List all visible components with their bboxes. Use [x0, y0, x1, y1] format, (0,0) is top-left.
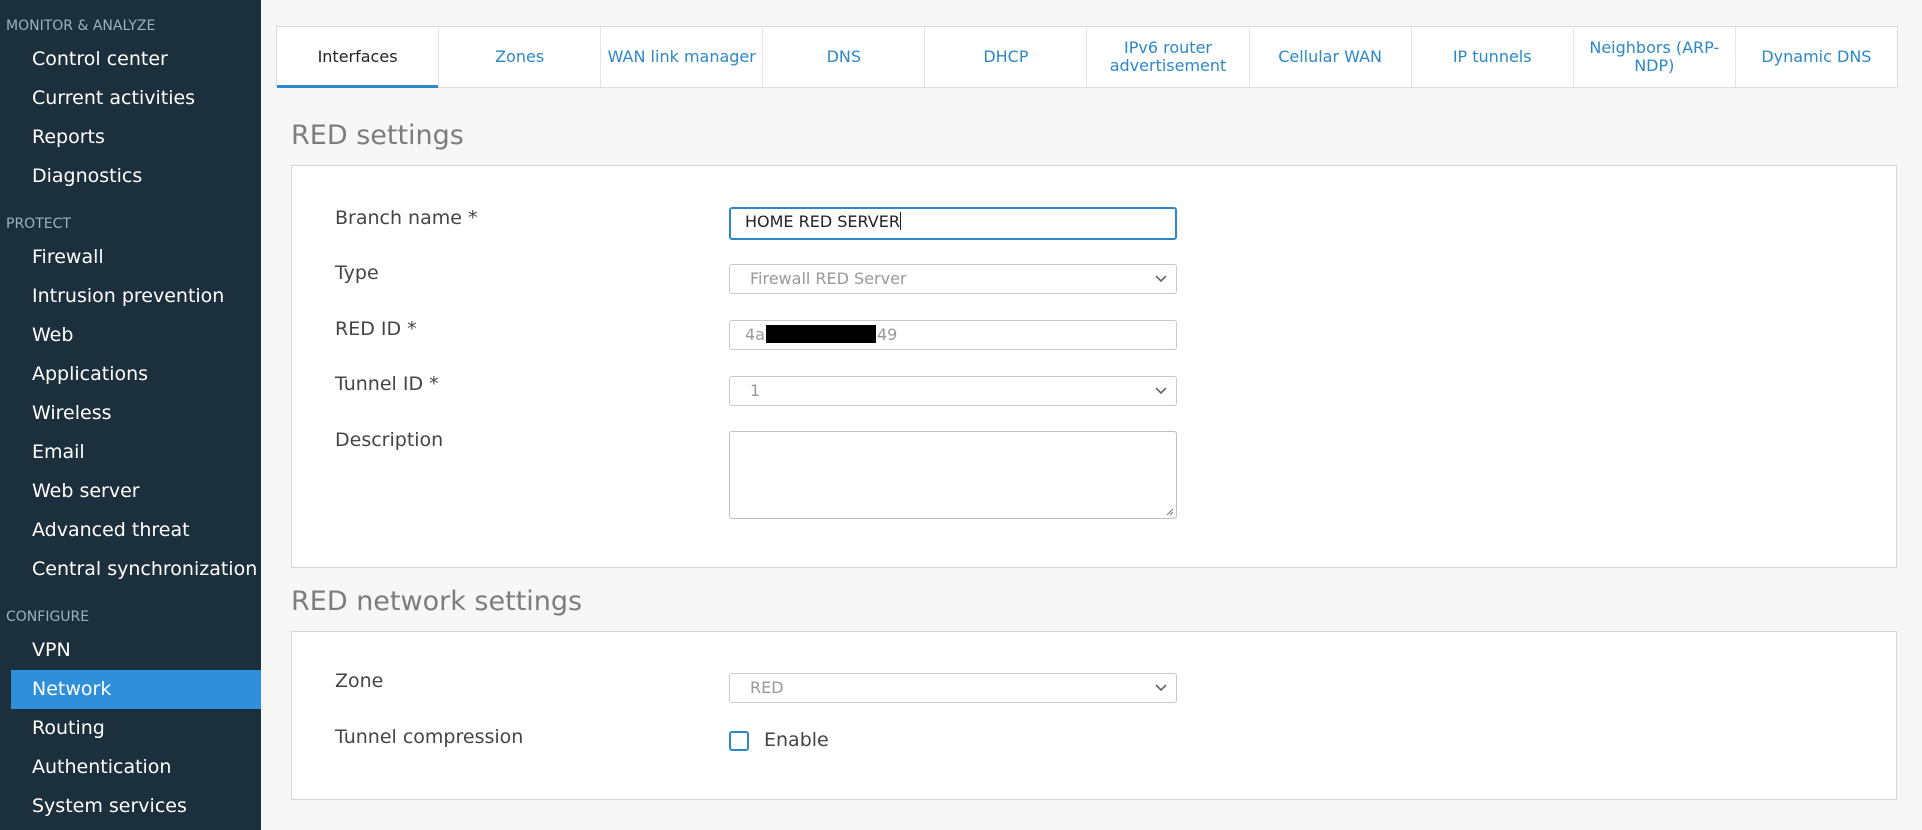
tab-dynamic-dns[interactable]: Dynamic DNS	[1736, 27, 1897, 87]
sidebar-item-email[interactable]: Email	[11, 433, 261, 472]
tab-ip-tunnels[interactable]: IP tunnels	[1412, 27, 1574, 87]
section-heading-monitor: MONITOR & ANALYZE	[6, 18, 156, 34]
section-heading-protect: PROTECT	[6, 216, 71, 232]
red-id-label: RED ID *	[335, 318, 417, 340]
tab-zones[interactable]: Zones	[439, 27, 602, 87]
section-heading-configure: CONFIGURE	[6, 609, 90, 625]
sidebar-item-reports[interactable]: Reports	[11, 118, 261, 157]
sidebar-item-web[interactable]: Web	[11, 316, 261, 355]
sidebar-item-routing[interactable]: Routing	[11, 709, 261, 748]
zone-value: RED	[750, 678, 784, 697]
sidebar-item-authentication[interactable]: Authentication	[11, 748, 261, 787]
red-settings-panel: Branch name * HOME RED SERVER Type Firew…	[291, 165, 1897, 568]
tunnel-id-value: 1	[750, 381, 761, 400]
chevron-down-icon	[1154, 377, 1168, 415]
tab-dhcp[interactable]: DHCP	[925, 27, 1088, 87]
red-id-suffix: 49	[876, 325, 898, 344]
chevron-down-icon	[1154, 674, 1168, 712]
tunnel-compression-checkbox[interactable]	[729, 731, 749, 751]
sidebar-item-advanced-threat[interactable]: Advanced threat	[11, 511, 261, 550]
enable-checkbox-label[interactable]: Enable	[764, 729, 829, 751]
branch-name-value: HOME RED SERVER	[745, 212, 900, 231]
sidebar-item-vpn[interactable]: VPN	[11, 631, 261, 670]
tab-interfaces[interactable]: Interfaces	[277, 27, 440, 88]
text-cursor	[899, 212, 901, 230]
sidebar-item-current-activities[interactable]: Current activities	[11, 79, 261, 118]
zone-select[interactable]: RED	[729, 673, 1177, 703]
red-id-prefix: 4a	[745, 325, 765, 344]
tab-cellular-wan[interactable]: Cellular WAN	[1250, 27, 1412, 87]
tunnel-id-label: Tunnel ID *	[335, 373, 439, 395]
redaction-bar	[765, 325, 876, 343]
sidebar-item-diagnostics[interactable]: Diagnostics	[11, 157, 261, 196]
tab-neighbors[interactable]: Neighbors (ARP-NDP)	[1574, 27, 1736, 87]
zone-label: Zone	[335, 670, 384, 692]
sidebar-item-control-center[interactable]: Control center	[11, 40, 261, 79]
tab-wan-link-manager[interactable]: WAN link manager	[601, 27, 764, 87]
sidebar: MONITOR & ANALYZE Control center Current…	[0, 0, 261, 830]
sidebar-item-system-services[interactable]: System services	[11, 787, 261, 826]
tab-ipv6-router-advertisement[interactable]: IPv6 router advertisement	[1087, 27, 1250, 87]
red-network-settings-title: RED network settings	[291, 586, 583, 617]
sidebar-item-web-server[interactable]: Web server	[11, 472, 261, 511]
tab-bar: Interfaces Zones WAN link manager DNS DH…	[276, 26, 1898, 88]
description-textarea[interactable]	[729, 431, 1177, 519]
red-settings-title: RED settings	[291, 120, 464, 151]
resize-handle-icon[interactable]	[1164, 506, 1174, 516]
sidebar-item-firewall[interactable]: Firewall	[11, 238, 261, 277]
sidebar-item-intrusion-prevention[interactable]: Intrusion prevention	[11, 277, 261, 316]
type-value: Firewall RED Server	[750, 269, 907, 288]
description-label: Description	[335, 429, 444, 451]
tab-dns[interactable]: DNS	[763, 27, 926, 87]
branch-name-label: Branch name *	[335, 207, 478, 229]
type-select[interactable]: Firewall RED Server	[729, 264, 1177, 294]
red-network-settings-panel: Zone RED Tunnel compression Enable	[291, 631, 1897, 800]
sidebar-item-applications[interactable]: Applications	[11, 355, 261, 394]
tunnel-id-select[interactable]: 1	[729, 376, 1177, 406]
sidebar-item-network[interactable]: Network	[11, 670, 261, 709]
tunnel-compression-label: Tunnel compression	[335, 726, 524, 748]
sidebar-item-wireless[interactable]: Wireless	[11, 394, 261, 433]
sidebar-item-central-synchronization[interactable]: Central synchronization	[11, 550, 261, 589]
branch-name-input[interactable]: HOME RED SERVER	[729, 207, 1177, 240]
red-id-input[interactable]: 4a 49	[729, 320, 1177, 350]
chevron-down-icon	[1154, 265, 1168, 303]
type-label: Type	[335, 262, 379, 284]
